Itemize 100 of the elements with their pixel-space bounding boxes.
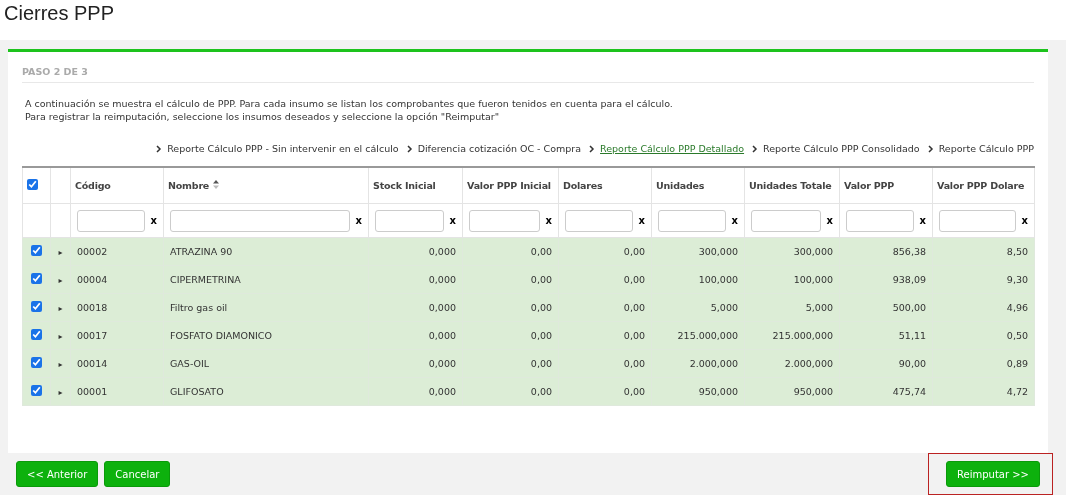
table-cell: 00001 [70,377,164,406]
row-checkbox[interactable] [31,301,42,312]
table-cell: 8,50 [932,237,1035,266]
expand-button[interactable]: ▸ [58,248,63,257]
row-checkbox[interactable] [31,329,42,340]
table-cell: 5,000 [651,293,745,322]
table-cell: 215.000,000 [744,321,840,350]
filter-field[interactable] [77,209,145,232]
table-cell: 5,000 [744,293,840,322]
clear-filter-button[interactable]: x [150,215,157,226]
expand-button[interactable]: ▸ [58,388,63,397]
expand-button[interactable]: ▸ [58,276,63,285]
clear-filter-button[interactable]: x [1021,215,1028,226]
table-cell: 0,00 [558,237,652,266]
column-header[interactable]: Valor PPP Inicial [462,167,559,204]
column-header[interactable]: Código [70,167,164,204]
column-header[interactable]: Unidades [651,167,745,204]
table-cell: 500,00 [839,293,933,322]
chevron-icon [156,144,163,153]
intro-text: Para registrar la reimputación, seleccione los insumos deseados y seleccione la opción "Reimputar" [24,110,500,123]
table-cell: 0,00 [558,321,652,350]
table-cell: 0,000 [368,293,463,322]
table-cell: 215.000,000 [651,321,745,350]
sort-icon[interactable] [213,180,220,189]
table-cell: 856,38 [839,237,933,266]
report-link[interactable]: Diferencia cotización OC - Compra [406,143,582,154]
report-link[interactable]: Reporte Cálculo PPP [927,143,1034,154]
filter-field[interactable] [939,209,1016,232]
table-cell: GLIFOSATO [163,377,369,406]
table-cell: 0,000 [368,377,463,406]
table-cell: 0,00 [462,349,559,378]
filter-field[interactable] [751,209,821,232]
clear-filter-button[interactable]: x [731,215,738,226]
table-cell: 950,000 [651,377,745,406]
report-link[interactable]: Reporte Cálculo PPP Consolidado [752,143,920,154]
table-cell: CIPERMETRINA [163,265,369,294]
filter-field[interactable] [846,209,914,232]
table-cell: 2.000,000 [744,349,840,378]
filter-field[interactable] [469,209,540,232]
table-cell: 4,96 [932,293,1035,322]
row-checkbox[interactable] [31,273,42,284]
intro-text: A continuación se muestra el cálculo de PPP. Para cada insumo se listan los comprobantes que fueron tenidos en cuenta para el cálculo. [24,97,674,110]
column-header[interactable]: Valor PPP Dolare [932,167,1035,204]
page-title: Cierres PPP [3,1,116,26]
expand-button[interactable]: ▸ [58,304,63,313]
chevron-icon [927,144,934,153]
table-cell: 90,00 [839,349,933,378]
clear-filter-button[interactable]: x [355,215,362,226]
table-cell: GAS-OIL [163,349,369,378]
expand-button[interactable]: ▸ [58,360,63,369]
table-cell: 0,00 [558,293,652,322]
table-cell: FOSFATO DIAMONICO [163,321,369,350]
table-cell: 0,50 [932,321,1035,350]
table-cell: 0,000 [368,265,463,294]
select-all-checkbox[interactable] [27,179,38,190]
chevron-icon [752,144,759,153]
filter-field[interactable] [565,209,633,232]
expand-button[interactable]: ▸ [58,332,63,341]
filter-field[interactable] [170,209,350,232]
table-cell: 0,00 [462,293,559,322]
clear-filter-button[interactable]: x [449,215,456,226]
table-cell: 100,000 [744,265,840,294]
row-checkbox[interactable] [31,245,42,256]
clear-filter-button[interactable]: x [919,215,926,226]
row-checkbox[interactable] [31,385,42,396]
table-cell: 4,72 [932,377,1035,406]
report-link[interactable]: Reporte Cálculo PPP - Sin intervenir en el cálculo [156,143,399,154]
table-cell: 0,00 [462,321,559,350]
column-header[interactable]: Nombre [163,167,369,204]
table-cell: Filtro gas oil [163,293,369,322]
step-label: PASO 2 DE 3 [22,66,1034,83]
table-cell: 0,000 [368,349,463,378]
table-cell: 100,000 [651,265,745,294]
column-header[interactable]: Stock Inicial [368,167,463,204]
table-cell: 9,30 [932,265,1035,294]
table-cell: 0,00 [462,377,559,406]
table-cell: 0,00 [558,349,652,378]
report-link[interactable]: Reporte Cálculo PPP Detallado [589,143,745,154]
table-cell: 300,000 [651,237,745,266]
column-header[interactable]: Unidades Totale [744,167,840,204]
clear-filter-button[interactable]: x [545,215,552,226]
filter-field[interactable] [658,209,726,232]
column-header[interactable]: Dolares [558,167,652,204]
clear-filter-button[interactable]: x [826,215,833,226]
table-cell: 00018 [70,293,164,322]
clear-filter-button[interactable]: x [638,215,645,226]
table-cell: 0,000 [368,321,463,350]
table-cell: 0,000 [368,237,463,266]
table-cell: 300,000 [744,237,840,266]
table-cell: 51,11 [839,321,933,350]
row-checkbox[interactable] [31,357,42,368]
table-cell: ATRAZINA 90 [163,237,369,266]
table-cell: 00017 [70,321,164,350]
chevron-icon [406,144,413,153]
chevron-icon [589,144,596,153]
table-cell: 00004 [70,265,164,294]
table-cell: 475,74 [839,377,933,406]
column-header[interactable]: Valor PPP [839,167,933,204]
filter-field[interactable] [375,209,444,232]
table-cell: 938,09 [839,265,933,294]
